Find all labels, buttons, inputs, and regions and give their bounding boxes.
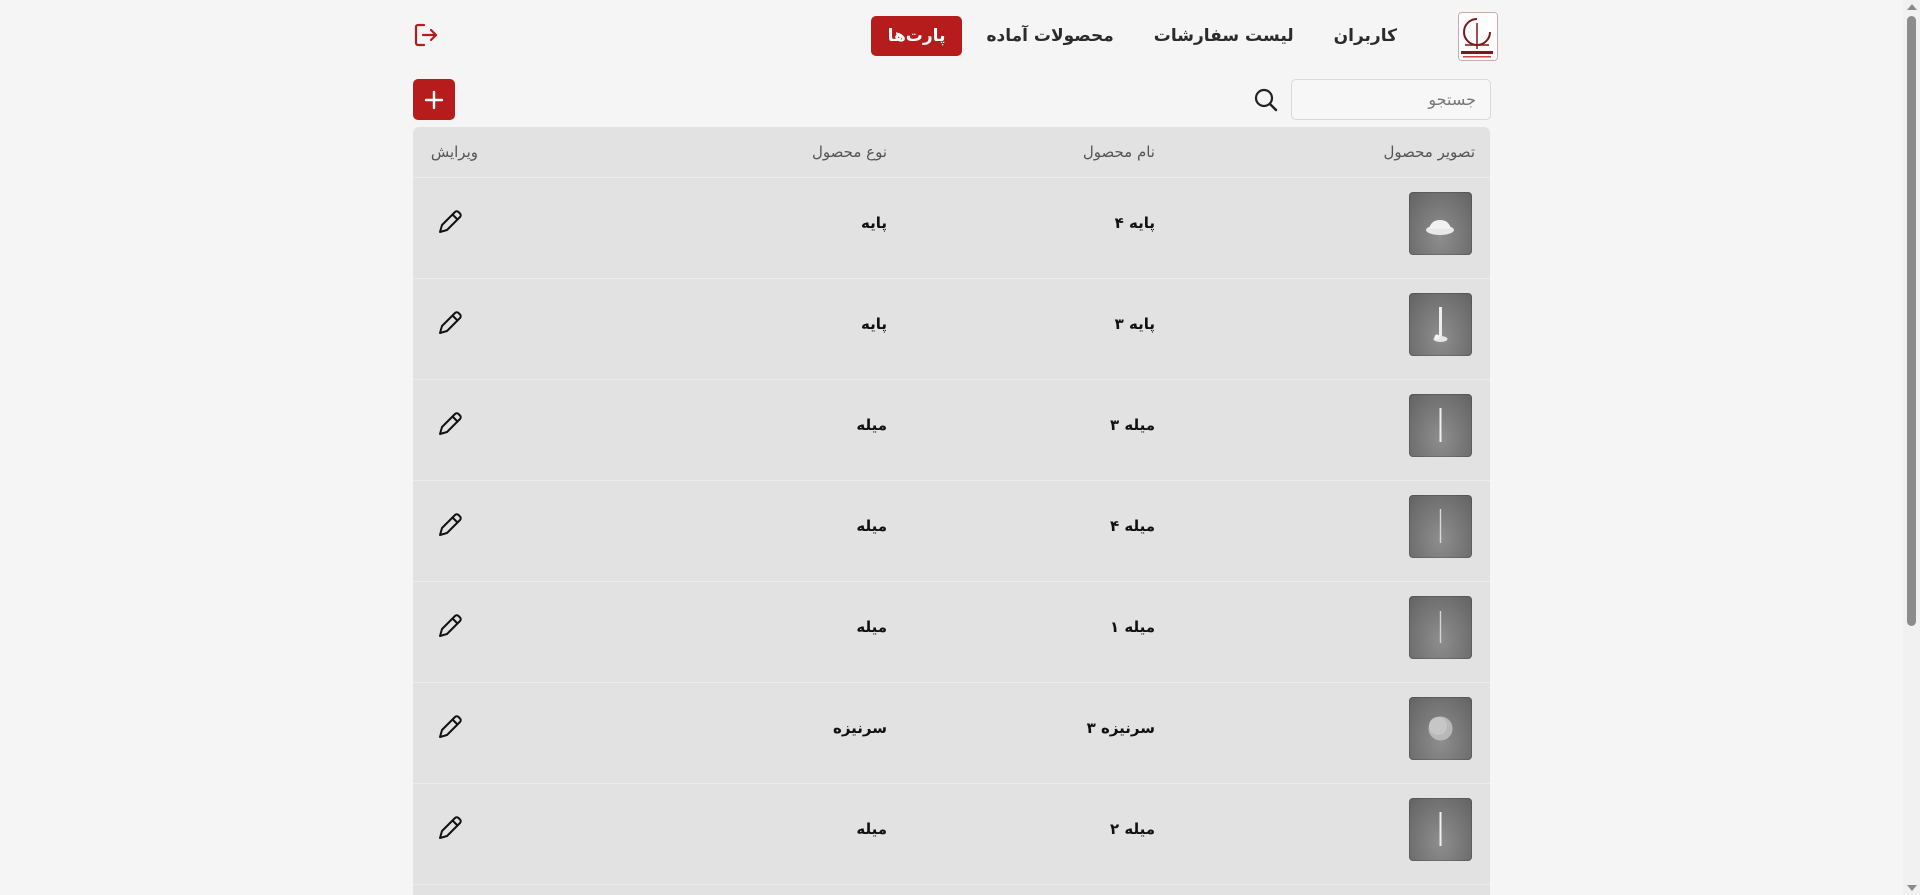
product-type: میله [856, 820, 887, 838]
table-row: پایه ۳ پایه [413, 279, 1490, 380]
nav-item-parts[interactable]: پارت‌ها [870, 16, 963, 56]
table-row: میله ۲ میله [413, 784, 1490, 885]
logout-icon[interactable] [413, 22, 439, 48]
edit-pencil-icon[interactable] [435, 409, 465, 439]
product-type: پایه [861, 214, 887, 232]
nav-item-users[interactable]: کاربران [1318, 17, 1413, 55]
product-thumbnail [1409, 293, 1472, 356]
edit-pencil-icon[interactable] [435, 712, 465, 742]
column-header-edit: ویرایش [430, 143, 478, 161]
table-header: تصویر محصول نام محصول نوع محصول ویرایش [413, 127, 1490, 178]
parts-table: تصویر محصول نام محصول نوع محصول ویرایش پ… [413, 127, 1490, 895]
table-row: میله ۴ میله [413, 481, 1490, 582]
edit-pencil-icon[interactable] [435, 510, 465, 540]
product-thumbnail [1409, 495, 1472, 558]
product-name: میله ۱ [1109, 618, 1155, 636]
edit-pencil-icon[interactable] [435, 611, 465, 641]
product-thumbnail [1409, 394, 1472, 457]
product-type: میله [856, 416, 887, 434]
add-part-button[interactable] [413, 79, 455, 120]
product-name: میله ۴ [1109, 517, 1155, 535]
parts-page: کاربران لیست سفارشات محصولات آماده پارت‌… [0, 0, 1920, 895]
column-header-type: نوع محصول [811, 143, 887, 161]
edit-pencil-icon[interactable] [435, 207, 465, 237]
scroll-up-arrow-icon[interactable] [1907, 4, 1917, 10]
scroll-down-arrow-icon[interactable] [1907, 885, 1917, 891]
product-thumbnail [1409, 192, 1472, 255]
product-name: میله ۲ [1109, 820, 1155, 838]
product-type: پایه [861, 315, 887, 333]
nav-item-orders[interactable]: لیست سفارشات [1138, 17, 1310, 55]
search-bar [1253, 79, 1491, 120]
brand-logo[interactable] [1458, 12, 1498, 61]
product-type: میله [856, 618, 887, 636]
product-type: میله [856, 517, 887, 535]
product-name: پایه ۳ [1114, 315, 1155, 333]
product-type: سرنیزه [832, 719, 887, 737]
product-thumbnail [1409, 697, 1472, 760]
table-row: سرنیزه ۳ سرنیزه [413, 683, 1490, 784]
table-row: میله ۳ میله [413, 380, 1490, 481]
product-name: سرنیزه ۳ [1086, 719, 1155, 737]
top-navbar: کاربران لیست سفارشات محصولات آماده پارت‌… [413, 12, 1498, 64]
edit-pencil-icon[interactable] [435, 813, 465, 843]
product-thumbnail [1409, 596, 1472, 659]
product-name: پایه ۴ [1114, 214, 1155, 232]
plus-icon [424, 90, 444, 109]
search-icon[interactable] [1253, 87, 1279, 113]
scrollbar-thumb[interactable] [1907, 16, 1916, 626]
search-input[interactable] [1291, 79, 1491, 120]
product-thumbnail [1409, 798, 1472, 861]
column-header-name: نام محصول [1082, 143, 1155, 161]
main-nav: کاربران لیست سفارشات محصولات آماده پارت‌… [863, 16, 1413, 56]
nav-item-ready-products[interactable]: محصولات آماده [970, 17, 1129, 55]
brand-logo-icon [1459, 13, 1497, 60]
column-header-image: تصویر محصول [1383, 143, 1475, 161]
product-name: میله ۳ [1109, 416, 1155, 434]
edit-pencil-icon[interactable] [435, 308, 465, 338]
table-row: پایه ۴ پایه [413, 178, 1490, 279]
page-scrollbar[interactable] [1903, 0, 1920, 895]
table-row: میله ۱ میله [413, 582, 1490, 683]
